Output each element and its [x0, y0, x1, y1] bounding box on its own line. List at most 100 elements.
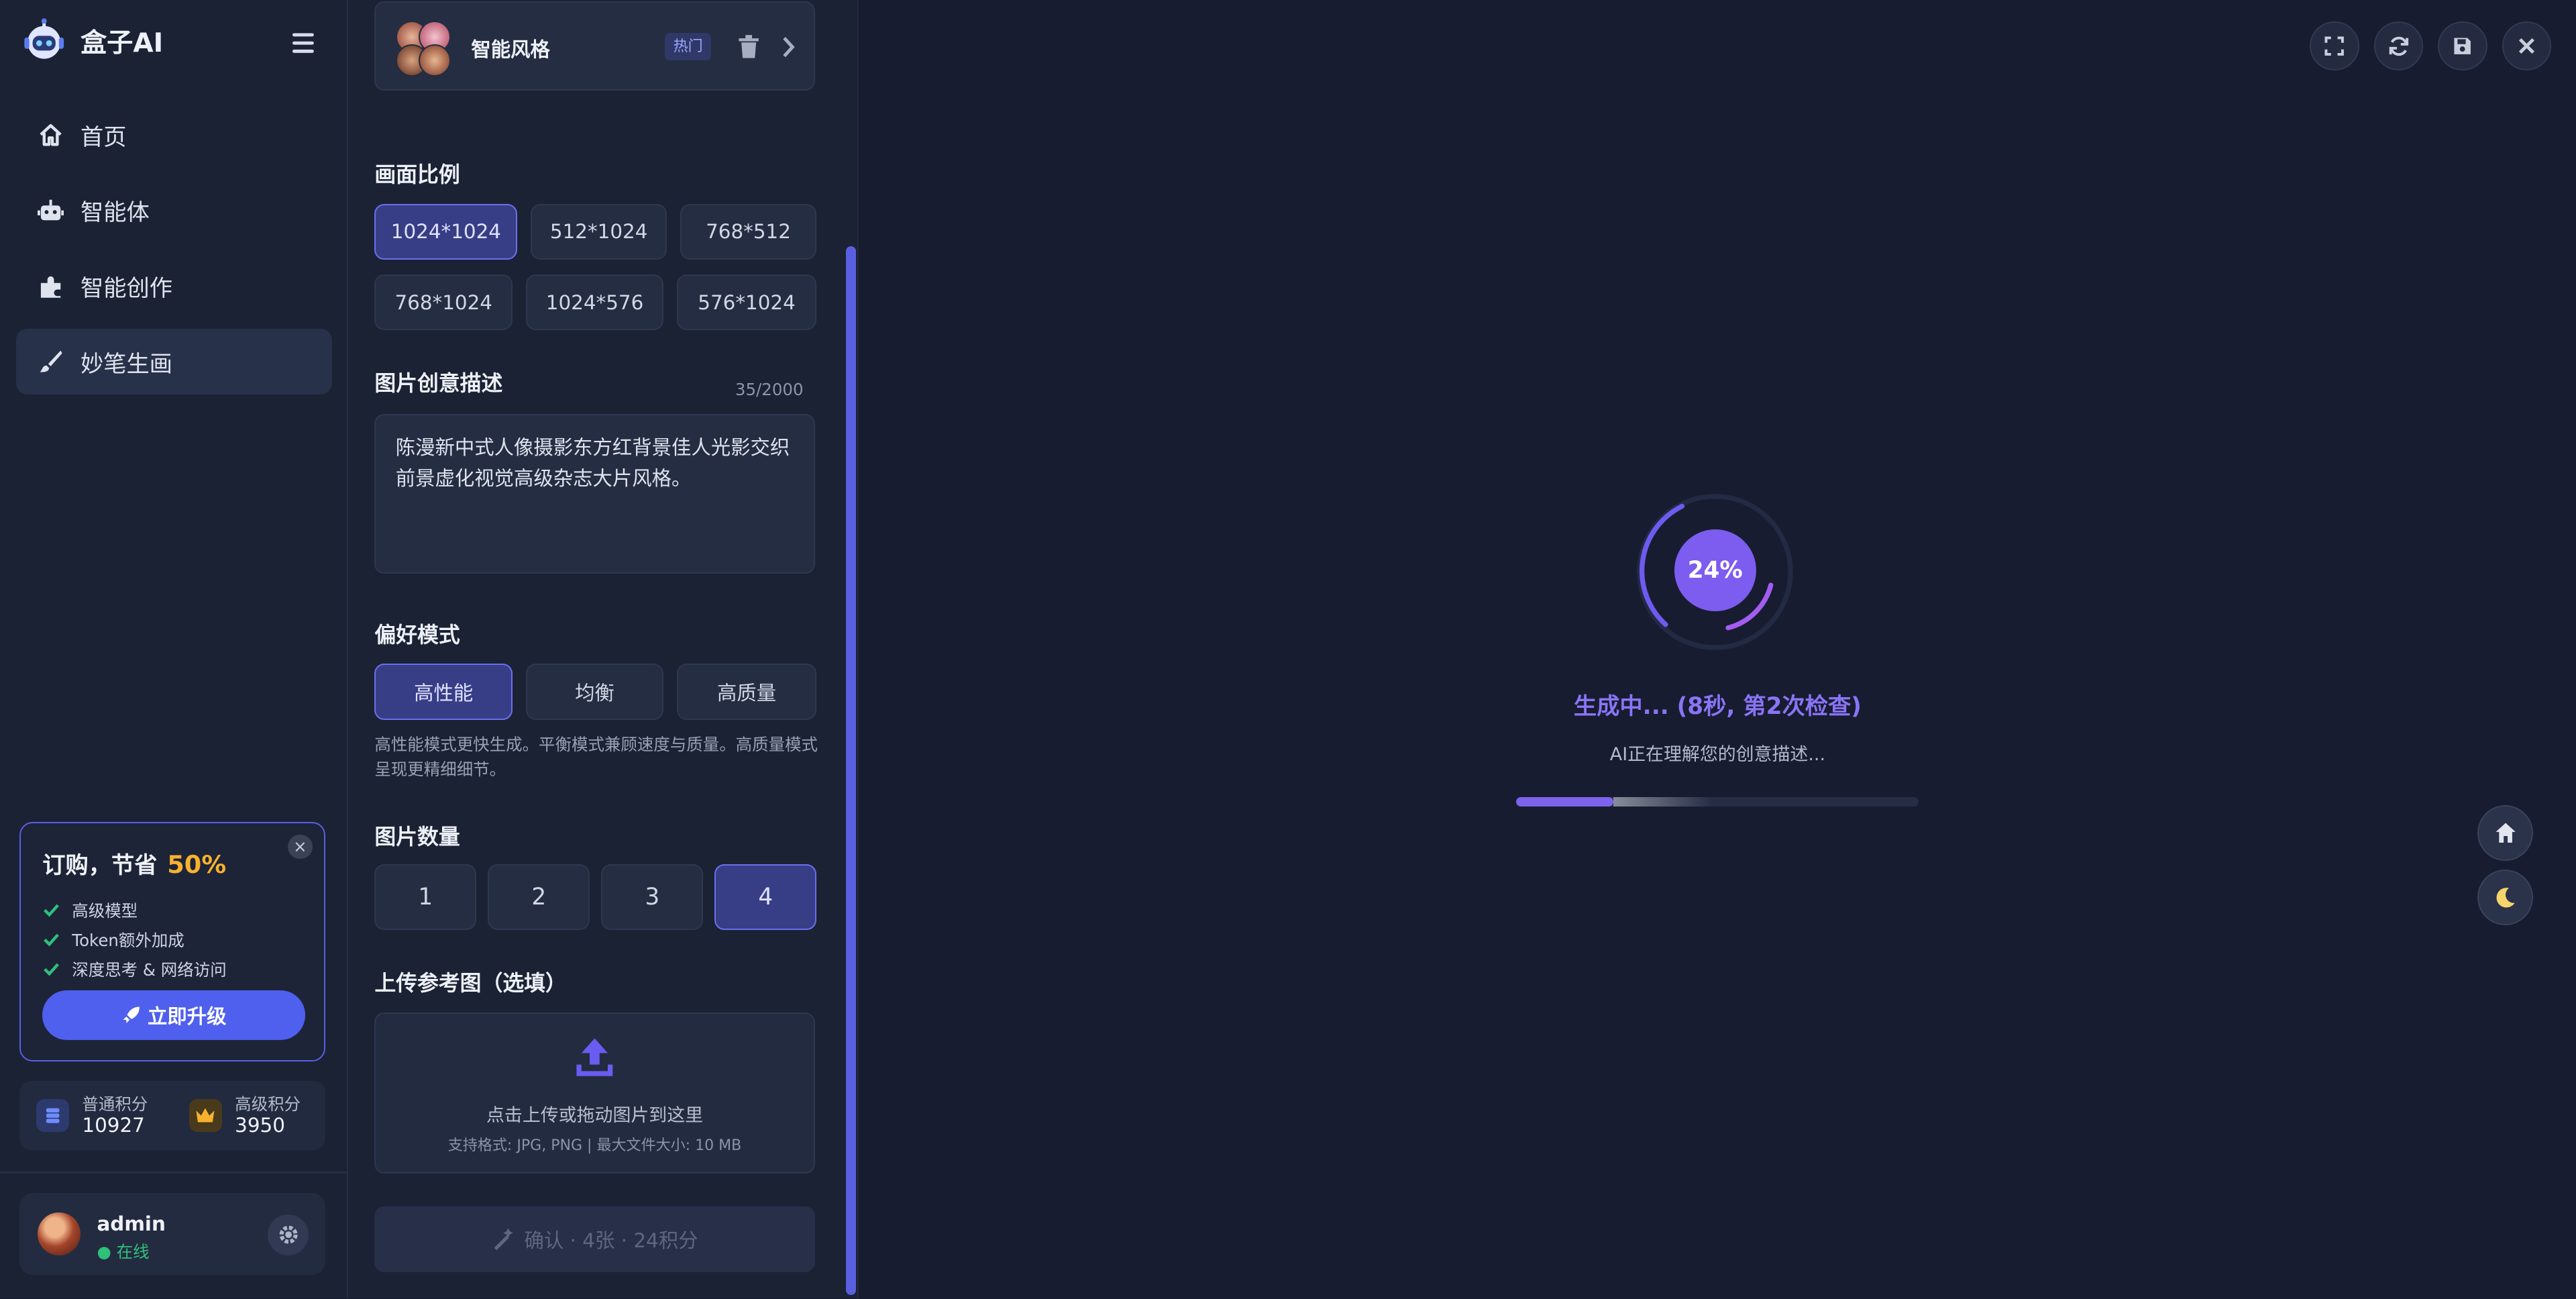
promo-feature: 深度思考 & 网络访问	[42, 954, 227, 984]
nav-item-home[interactable]: 首页	[16, 102, 331, 168]
brush-icon	[38, 348, 64, 374]
count-option[interactable]: 3	[601, 864, 704, 931]
rocket-icon	[121, 1005, 141, 1025]
promo-feature-list: 高级模型 Token额外加成 深度思考 & 网络访问	[42, 895, 227, 984]
scrollbar-thumb[interactable]	[846, 246, 856, 1295]
trash-icon[interactable]	[737, 34, 760, 59]
fullscreen-button[interactable]	[2310, 21, 2359, 71]
upload-label: 上传参考图（选填）	[374, 970, 567, 996]
nav-label: 妙笔生画	[80, 350, 173, 378]
main-nav: 首页 智能体 智能创作 妙笔生画	[16, 102, 332, 405]
refresh-icon	[2388, 36, 2410, 57]
magic-wand-icon	[492, 1227, 515, 1251]
promo-close-button[interactable]: ×	[288, 834, 313, 860]
style-name: 智能风格	[471, 38, 550, 61]
progress-bar-fill	[1516, 796, 1613, 807]
upload-instruction: 点击上传或拖动图片到这里	[486, 1105, 704, 1127]
ratio-option[interactable]: 768*1024	[374, 274, 513, 331]
ratio-option[interactable]: 1024*576	[525, 274, 664, 331]
count-label: 图片数量	[374, 824, 460, 850]
upgrade-button[interactable]: 立即升级	[42, 990, 306, 1040]
close-icon	[2518, 37, 2536, 55]
sidebar: 盒子AI 首页 智能体 智能创作 妙笔生画 订购，节省 50% × 高级模型 T…	[0, 0, 348, 1298]
check-icon	[42, 931, 60, 949]
moon-icon	[2494, 886, 2517, 908]
app-name: 盒子AI	[80, 28, 164, 59]
gear-icon	[277, 1223, 300, 1246]
premium-points-value: 3950	[235, 1114, 285, 1137]
menu-toggle-icon[interactable]	[292, 32, 319, 54]
upload-formats: 支持格式: JPG, PNG | 最大文件大小: 10 MB	[447, 1137, 742, 1155]
description-label: 图片创意描述	[374, 370, 503, 397]
promo-feature-label: 深度思考 & 网络访问	[72, 959, 227, 980]
upload-dropzone[interactable]: 点击上传或拖动图片到这里 支持格式: JPG, PNG | 最大文件大小: 10…	[374, 1012, 815, 1174]
promo-title: 订购，节省 50%	[42, 846, 226, 880]
robot-icon	[38, 197, 64, 223]
nav-item-painting[interactable]: 妙笔生画	[16, 328, 332, 395]
nav-item-creation[interactable]: 智能创作	[16, 253, 331, 319]
premium-points: 高级积分 3950	[172, 1081, 325, 1150]
ratio-option[interactable]: 512*1024	[531, 203, 667, 260]
generation-status: 生成中... (8秒, 第2次检查)	[1573, 692, 1862, 720]
settings-button[interactable]	[268, 1214, 309, 1256]
ratio-option[interactable]: 576*1024	[676, 274, 817, 331]
nav-label: 智能创作	[80, 275, 173, 303]
promo-feature-label: Token额外加成	[72, 930, 184, 950]
normal-points-value: 10927	[82, 1114, 145, 1137]
promo-feature-label: 高级模型	[72, 900, 138, 921]
save-button[interactable]	[2438, 21, 2487, 71]
robot-logo-icon	[19, 16, 68, 65]
promo-feature: Token额外加成	[42, 925, 226, 954]
mode-hint: 高性能模式更快生成。平衡模式兼顾速度与质量。高质量模式呈现更精细细节。	[374, 735, 818, 779]
coins-icon	[36, 1099, 69, 1133]
upgrade-promo-card: 订购，节省 50% × 高级模型 Token额外加成 深度思考 & 网络访问 立…	[19, 821, 325, 1062]
theme-toggle-button[interactable]	[2477, 869, 2534, 925]
hot-badge: 热门	[665, 32, 711, 61]
count-option[interactable]: 2	[488, 864, 590, 931]
close-button[interactable]	[2502, 21, 2552, 71]
ratio-option[interactable]: 768*512	[680, 203, 817, 260]
home-icon	[2494, 821, 2517, 844]
home-float-button[interactable]	[2477, 805, 2534, 862]
points-summary: 普通积分 10927 高级积分 3950	[19, 1081, 325, 1151]
confirm-label: 确认 · 4张 · 24积分	[524, 1229, 698, 1252]
user-name: admin	[97, 1212, 166, 1236]
confirm-button[interactable]: 确认 · 4张 · 24积分	[374, 1206, 815, 1272]
char-counter: 35/2000	[735, 379, 804, 399]
ratio-option[interactable]: 1024*1024	[374, 203, 518, 260]
home-icon	[38, 121, 64, 148]
nav-label: 首页	[80, 123, 127, 151]
avatar[interactable]	[38, 1212, 80, 1256]
normal-points-label: 普通积分	[82, 1094, 148, 1114]
preview-area: 24% 生成中... (8秒, 第2次检查) AI正在理解您的创意描述...	[859, 0, 2576, 1298]
mode-option[interactable]: 高性能	[374, 664, 513, 720]
progress-bar-shine	[1613, 796, 1712, 807]
online-status: ● 在线	[97, 1241, 150, 1261]
crown-icon	[189, 1099, 222, 1133]
nav-item-agents[interactable]: 智能体	[16, 177, 331, 243]
check-icon	[42, 960, 60, 978]
mode-option[interactable]: 高质量	[676, 664, 817, 720]
progress-percent: 24%	[1674, 529, 1756, 611]
progress-bar	[1516, 796, 1919, 807]
refresh-button[interactable]	[2373, 21, 2424, 71]
promo-title-text: 订购，节省	[42, 851, 158, 879]
description-textarea[interactable]: 陈漫新中式人像摄影东方红背景佳人光影交织前景虚化视觉高级杂志大片风格。	[374, 414, 815, 574]
count-option[interactable]: 4	[714, 864, 817, 931]
upgrade-button-label: 立即升级	[147, 1005, 227, 1029]
promo-feature: 高级模型	[42, 895, 226, 925]
chevron-right-icon[interactable]	[780, 36, 796, 58]
puzzle-icon	[38, 273, 64, 299]
generation-form-panel: 智能风格 热门 画面比例 1024*1024 512*1024 768*512 …	[348, 0, 859, 1298]
nav-label: 智能体	[80, 199, 150, 227]
count-option[interactable]: 1	[374, 864, 477, 931]
fullscreen-icon	[2324, 36, 2345, 56]
check-icon	[42, 901, 60, 919]
generation-substatus: AI正在理解您的创意描述...	[1609, 744, 1826, 766]
brand[interactable]: 盒子AI	[19, 16, 163, 65]
upload-icon	[575, 1037, 614, 1080]
promo-percent: 50%	[167, 849, 227, 879]
mode-option[interactable]: 均衡	[525, 664, 664, 720]
style-selector[interactable]: 智能风格 热门	[374, 1, 815, 91]
style-thumbnails	[395, 21, 451, 76]
